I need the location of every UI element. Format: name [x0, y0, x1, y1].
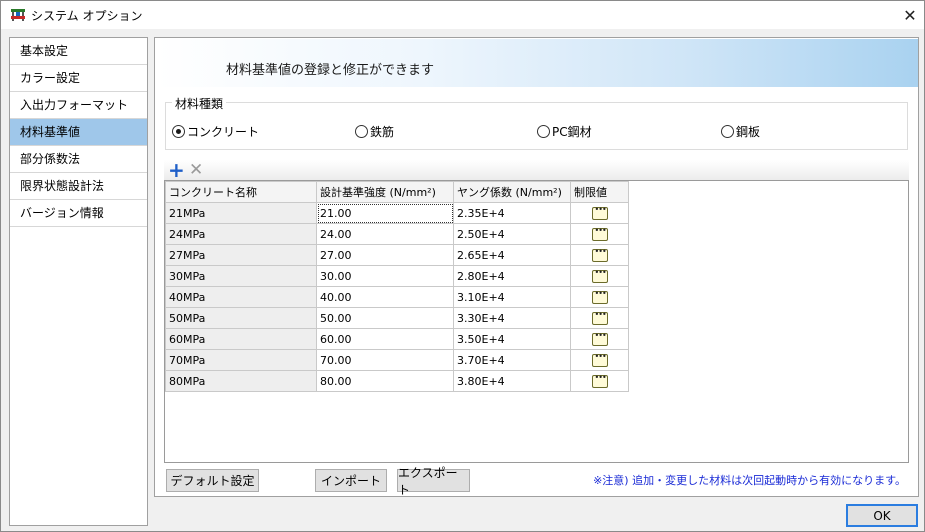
table-row[interactable]: 24MPa 24.00 2.50E+4 — [165, 223, 629, 245]
table-row[interactable]: 50MPa 50.00 3.30E+4 — [165, 307, 629, 329]
close-button[interactable]: ✕ — [896, 1, 924, 29]
table-row[interactable]: 80MPa 80.00 3.80E+4 — [165, 370, 629, 392]
table-row[interactable]: 30MPa 30.00 2.80E+4 — [165, 265, 629, 287]
more-options-icon[interactable] — [591, 268, 608, 283]
cell-strength[interactable]: 24.00 — [316, 223, 454, 245]
table-row[interactable]: 40MPa 40.00 3.10E+4 — [165, 286, 629, 308]
radio-indicator[interactable] — [721, 125, 734, 138]
cell-strength[interactable]: 40.00 — [316, 286, 454, 308]
cell-name: 30MPa — [165, 265, 317, 287]
restart-note: ※注意) 追加・変更した材料は次回起動時から有効になります。 — [593, 474, 906, 487]
material-table: コンクリート名称 設計基準強度 (N/mm²) ヤング係数 (N/mm²) 制限… — [165, 181, 629, 392]
table-row[interactable]: 60MPa 60.00 3.50E+4 — [165, 328, 629, 350]
radio-steel-plate[interactable]: 鋼板 — [721, 123, 760, 140]
cell-strength[interactable]: 21.00 — [316, 202, 454, 224]
sidebar: 基本設定 カラー設定 入出力フォーマット 材料基準値 部分係数法 限界状態設計法 バージョン… — [9, 37, 148, 526]
more-options-icon[interactable] — [591, 289, 608, 304]
import-button[interactable]: インポート — [315, 469, 387, 492]
radio-pc-steel[interactable]: PC鋼材 — [537, 123, 592, 140]
sidebar-item[interactable]: バージョン情報 — [10, 200, 147, 227]
table-row[interactable]: 21MPa 21.00 2.35E+4 — [165, 202, 629, 224]
ok-button[interactable]: OK — [846, 504, 918, 527]
grid-toolbar: + ✕ — [164, 160, 909, 180]
cell-young[interactable]: 2.50E+4 — [453, 223, 571, 245]
sidebar-item[interactable]: 限界状態設計法 — [10, 173, 147, 200]
more-options-icon[interactable] — [591, 331, 608, 346]
cell-name: 80MPa — [165, 370, 317, 392]
cell-strength[interactable]: 80.00 — [316, 370, 454, 392]
sidebar-item[interactable]: カラー設定 — [10, 65, 147, 92]
system-options-window: システム オプション ✕ 基本設定 カラー設定 入出力フォーマット 材料基準値 部分係数… — [0, 0, 925, 532]
cell-limit — [570, 223, 629, 245]
delete-row-icon[interactable]: ✕ — [189, 161, 203, 179]
col-header-young[interactable]: ヤング係数 (N/mm²) — [453, 181, 571, 203]
cell-name: 70MPa — [165, 349, 317, 371]
material-type-group: 材料種類 コンクリート 鉄筋 PC鋼材 鋼板 — [165, 95, 908, 150]
cell-young[interactable]: 2.80E+4 — [453, 265, 571, 287]
banner-text: 材料基準値の登録と修正ができます — [226, 63, 435, 78]
radio-steel-plate-label: 鋼板 — [736, 125, 761, 139]
cell-name: 50MPa — [165, 307, 317, 329]
add-row-icon[interactable]: + — [168, 160, 185, 180]
more-options-icon[interactable] — [591, 247, 608, 262]
cell-young[interactable]: 3.70E+4 — [453, 349, 571, 371]
cell-name: 27MPa — [165, 244, 317, 266]
radio-rebar-label: 鉄筋 — [370, 125, 395, 139]
sidebar-item[interactable]: 部分係数法 — [10, 146, 147, 173]
cell-name: 21MPa — [165, 202, 317, 224]
sidebar-item[interactable]: 材料基準値 — [10, 119, 147, 146]
table-header-row: コンクリート名称 設計基準強度 (N/mm²) ヤング係数 (N/mm²) 制限… — [165, 181, 629, 203]
cell-strength[interactable]: 27.00 — [316, 244, 454, 266]
more-options-icon[interactable] — [591, 373, 608, 388]
more-options-icon[interactable] — [591, 205, 608, 220]
radio-indicator[interactable] — [537, 125, 550, 138]
cell-strength[interactable]: 60.00 — [316, 328, 454, 350]
cell-strength[interactable]: 70.00 — [316, 349, 454, 371]
more-options-icon[interactable] — [591, 352, 608, 367]
material-grid: コンクリート名称 設計基準強度 (N/mm²) ヤング係数 (N/mm²) 制限… — [164, 180, 909, 463]
cell-limit — [570, 286, 629, 308]
cell-young[interactable]: 2.35E+4 — [453, 202, 571, 224]
sidebar-item[interactable]: 入出力フォーマット — [10, 92, 147, 119]
cell-limit — [570, 349, 629, 371]
app-icon — [11, 9, 25, 21]
col-header-strength[interactable]: 設計基準強度 (N/mm²) — [316, 181, 454, 203]
cell-name: 40MPa — [165, 286, 317, 308]
cell-young[interactable]: 3.30E+4 — [453, 307, 571, 329]
radio-indicator[interactable] — [172, 125, 185, 138]
radio-concrete-label: コンクリート — [187, 125, 260, 139]
cell-young[interactable]: 3.50E+4 — [453, 328, 571, 350]
cell-limit — [570, 202, 629, 224]
cell-limit — [570, 307, 629, 329]
window-title: システム オプション — [31, 9, 143, 23]
cell-limit — [570, 244, 629, 266]
cell-limit — [570, 370, 629, 392]
more-options-icon[interactable] — [591, 310, 608, 325]
title-bar: システム オプション ✕ — [1, 1, 924, 29]
col-header-name[interactable]: コンクリート名称 — [165, 181, 317, 203]
radio-pc-steel-label: PC鋼材 — [552, 125, 592, 139]
cell-young[interactable]: 3.80E+4 — [453, 370, 571, 392]
header-banner: 材料基準値の登録と修正ができます — [156, 39, 918, 87]
cell-strength[interactable]: 50.00 — [316, 307, 454, 329]
export-button[interactable]: エクスポート — [397, 466, 470, 497]
cell-name: 60MPa — [165, 328, 317, 350]
cell-young[interactable]: 3.10E+4 — [453, 286, 571, 308]
default-settings-button[interactable]: デフォルト設定 — [166, 469, 259, 492]
table-row[interactable]: 70MPa 70.00 3.70E+4 — [165, 349, 629, 371]
cell-strength[interactable]: 30.00 — [316, 265, 454, 287]
cell-name: 24MPa — [165, 223, 317, 245]
cell-limit — [570, 328, 629, 350]
col-header-limit[interactable]: 制限値 — [570, 181, 629, 203]
radio-concrete[interactable]: コンクリート — [172, 123, 259, 140]
cell-limit — [570, 265, 629, 287]
material-type-legend: 材料種類 — [172, 95, 227, 112]
more-options-icon[interactable] — [591, 226, 608, 241]
sidebar-item[interactable]: 基本設定 — [10, 38, 147, 65]
main-panel: 材料基準値の登録と修正ができます 材料種類 コンクリート 鉄筋 PC鋼材 鋼板 … — [154, 37, 919, 497]
radio-indicator[interactable] — [355, 125, 368, 138]
table-row[interactable]: 27MPa 27.00 2.65E+4 — [165, 244, 629, 266]
cell-young[interactable]: 2.65E+4 — [453, 244, 571, 266]
radio-rebar[interactable]: 鉄筋 — [355, 123, 394, 140]
